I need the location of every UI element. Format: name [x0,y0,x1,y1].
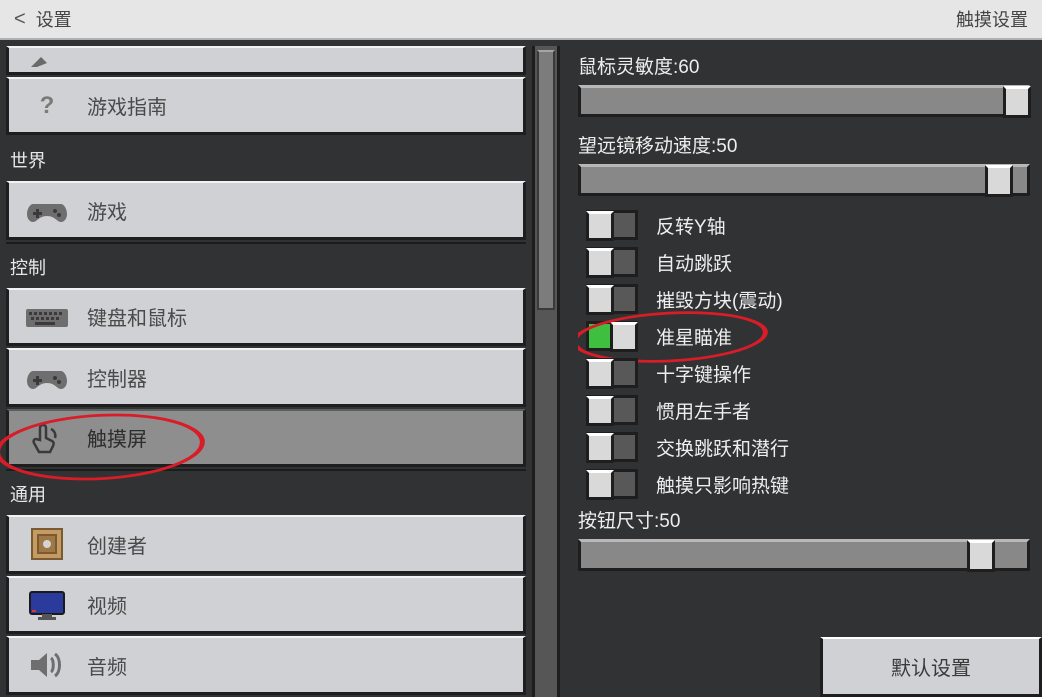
monitor-icon [25,590,69,620]
toggle-label: 十字键操作 [656,360,751,387]
toggle-row-dpad: 十字键操作 [586,358,1042,388]
title-bar: < 设置 触摸设置 [0,0,1042,40]
toggle-invert-y[interactable] [586,210,638,240]
slider-button-size[interactable] [578,539,1030,571]
sidebar-item-keyboard-mouse[interactable]: 键盘和鼠标 [6,288,526,347]
toggle-row-left-handed: 惯用左手者 [586,395,1042,425]
toggle-label: 摧毁方块(震动) [656,286,783,313]
toggle-row-invert-y: 反转Y轴 [586,210,1042,240]
slider-handle[interactable] [985,165,1013,197]
toggle-label: 准星瞄准 [656,323,732,350]
question-icon: ? [25,92,69,120]
toggle-label: 自动跳跃 [656,249,732,276]
sidebar-item-label: 游戏指南 [87,91,167,120]
slider-label-button-size: 按钮尺寸:50 [578,506,1042,533]
sidebar: ? 游戏指南 世界 游戏 控制 键盘和鼠标 控制器 [0,46,532,697]
toggle-label: 触摸只影响热键 [656,471,789,498]
toggle-row-crosshair-aim: 准星瞄准 [586,321,1042,351]
toggle-row-destroy-vibrate: 摧毁方块(震动) [586,284,1042,314]
sidebar-item-video[interactable]: 视频 [6,576,526,635]
scrollbar-thumb[interactable] [537,50,555,310]
command-block-icon [25,527,69,561]
toggle-left-handed[interactable] [586,395,638,425]
pencil-icon [25,51,69,69]
slider-label-mouse-sensitivity: 鼠标灵敏度:60 [578,52,1042,79]
settings-panel: 鼠标灵敏度:60 望远镜移动速度:50 反转Y轴 自动跳跃 摧毁方块(震动) [560,46,1042,697]
keyboard-icon [25,305,69,329]
toggle-row-auto-jump: 自动跳跃 [586,247,1042,277]
sidebar-section-world: 世界 [6,137,526,181]
sidebar-item-label: 创建者 [87,530,147,559]
touch-icon [25,421,69,455]
sidebar-item-label: 键盘和鼠标 [87,302,187,331]
toggle-row-swap-jump-sneak: 交换跳跃和潜行 [586,432,1042,462]
toggle-label: 惯用左手者 [656,397,751,424]
toggle-label: 交换跳跃和潜行 [656,434,789,461]
sidebar-section-general: 通用 [6,469,526,515]
toggle-auto-jump[interactable] [586,247,638,277]
toggle-swap-jump-sneak[interactable] [586,432,638,462]
sidebar-item-label: 视频 [87,590,127,619]
slider-mouse-sensitivity[interactable] [578,85,1030,117]
speaker-icon [25,650,69,680]
sidebar-section-control: 控制 [6,242,526,288]
sidebar-item-creator[interactable]: 创建者 [6,515,526,574]
sidebar-item-label: 音频 [87,651,127,680]
slider-handle[interactable] [967,540,995,572]
page-title: 设置 [36,6,72,32]
default-settings-button[interactable]: 默认设置 [820,637,1042,697]
toggle-dpad[interactable] [586,358,638,388]
slider-spyglass-speed[interactable] [578,164,1030,196]
sidebar-item-audio[interactable]: 音频 [6,636,526,695]
toggle-destroy-vibrate[interactable] [586,284,638,314]
gamepad-icon [25,196,69,224]
gamepad-icon [25,363,69,391]
sidebar-item-label: 触摸屏 [87,423,147,452]
toggle-row-touch-hotkey: 触摸只影响热键 [586,469,1042,499]
sidebar-item-guide[interactable]: ? 游戏指南 [6,77,526,136]
slider-label-spyglass-speed: 望远镜移动速度:50 [578,131,1042,158]
panel-title: 触摸设置 [956,6,1028,32]
sidebar-item-touchscreen[interactable]: 触摸屏 [6,409,526,468]
sidebar-item-label: 控制器 [87,363,147,392]
sidebar-scrollbar[interactable] [532,46,560,697]
sidebar-item-unknown[interactable] [6,46,526,75]
sidebar-item-label: 游戏 [87,196,127,225]
toggle-touch-hotkey[interactable] [586,469,638,499]
toggle-crosshair-aim[interactable] [586,321,638,351]
toggle-label: 反转Y轴 [656,212,726,239]
slider-handle[interactable] [1003,86,1031,118]
sidebar-item-controller[interactable]: 控制器 [6,348,526,407]
button-label: 默认设置 [891,652,971,681]
back-button[interactable]: < [14,8,26,31]
sidebar-item-game[interactable]: 游戏 [6,181,526,240]
